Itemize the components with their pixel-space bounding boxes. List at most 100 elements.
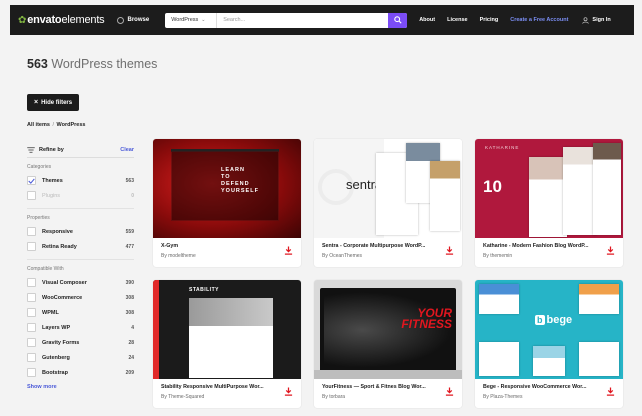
item-meta: YourFitness — Sport & Fitnes Blog Wor...… (322, 384, 440, 400)
checkbox[interactable] (27, 191, 36, 200)
filter-name: Layers WP (42, 324, 71, 331)
nav-sign-in[interactable]: Sign In (582, 16, 611, 24)
item-meta: Bege - Responsive WooCommerce Wor... By … (483, 384, 601, 400)
filter-option-woocommerce[interactable]: WooCommerce 308 (27, 290, 134, 305)
item-thumbnail[interactable]: YOUR FITNESS (314, 280, 462, 379)
filter-count: 209 (125, 369, 134, 376)
checkbox[interactable] (27, 338, 36, 347)
filter-count: 24 (128, 354, 134, 361)
thumb-page (593, 143, 621, 235)
search-button[interactable] (388, 12, 408, 28)
checkbox[interactable] (27, 293, 36, 302)
nav-create-account[interactable]: Create a Free Account (510, 17, 568, 23)
item-title[interactable]: Sentra - Corporate Multipurpose WordP... (322, 243, 440, 249)
item-thumbnail[interactable]: STABILITY (153, 280, 301, 379)
thumb-headline: LEARN TO DEFEND YOURSELF (221, 167, 259, 195)
checkbox[interactable] (27, 323, 36, 332)
filter-count: 559 (125, 228, 134, 235)
item-card[interactable]: LEARN TO DEFEND YOURSELF X-Gym By modelt… (153, 139, 301, 267)
item-title[interactable]: Katharine - Modern Fashion Blog WordP... (483, 243, 601, 249)
search-category-value: WordPress (171, 17, 199, 23)
filter-count: 28 (128, 339, 134, 346)
clear-filters-link[interactable]: Clear (120, 147, 134, 153)
item-author[interactable]: By Theme-Squared (161, 394, 279, 400)
download-icon[interactable] (445, 246, 454, 255)
filter-name: WPML (42, 309, 59, 316)
envato-elements-logo[interactable]: ✿ envato elements (18, 14, 105, 26)
nav-pricing[interactable]: Pricing (480, 17, 499, 23)
checkbox[interactable] (27, 242, 36, 251)
properties-title: Properties (27, 215, 50, 221)
filter-option-visual-composer[interactable]: Visual Composer 390 (27, 275, 134, 290)
download-icon[interactable] (606, 246, 615, 255)
filter-option-gravity-forms[interactable]: Gravity Forms 28 (27, 335, 134, 350)
filter-sidebar: Refine by Clear Categories Themes 563 Pl… (27, 142, 134, 395)
filter-option-wpml[interactable]: WPML 308 (27, 305, 134, 320)
main-nav: About License Pricing Create a Free Acco… (419, 16, 611, 24)
thumb-accent (153, 280, 159, 379)
thumb-brand-text: bege (546, 314, 573, 326)
thumb-line: YOURSELF (221, 188, 259, 194)
hide-filters-label: Hide filters (41, 99, 73, 106)
item-card[interactable]: KATHARINE 10 Katharine - Modern Fashion … (475, 139, 623, 267)
item-card[interactable]: b bege Bege - Responsive WooCommerce Wor.… (475, 280, 623, 408)
item-title[interactable]: YourFitness — Sport & Fitnes Blog Wor... (322, 384, 440, 390)
show-more-link[interactable]: Show more (27, 384, 134, 390)
download-icon[interactable] (284, 387, 293, 396)
nav-license[interactable]: License (447, 17, 467, 23)
browse-button[interactable]: Browse (116, 16, 149, 24)
breadcrumb-root[interactable]: All items (27, 122, 50, 128)
item-author[interactable]: By Plaza-Themes (483, 394, 601, 400)
filter-name: Themes (42, 177, 63, 184)
filter-option-themes[interactable]: Themes 563 (27, 173, 134, 188)
filter-name: Retina Ready (42, 243, 77, 250)
filter-name: Gravity Forms (42, 339, 80, 346)
filter-option-gutenberg[interactable]: Gutenberg 24 (27, 350, 134, 365)
item-title[interactable]: X-Gym (161, 243, 279, 249)
filter-option-plugins[interactable]: Plugins 0 (27, 188, 134, 203)
search-bar: WordPress ⌄ (165, 12, 408, 28)
filter-option-bootstrap[interactable]: Bootstrap 209 (27, 365, 134, 380)
thumb-page (563, 147, 597, 235)
checkbox[interactable] (27, 368, 36, 377)
item-thumbnail[interactable]: sentra. (314, 139, 462, 238)
breadcrumb-current: WordPress (56, 122, 86, 128)
checkbox-checked[interactable] (27, 176, 36, 185)
checkbox[interactable] (27, 308, 36, 317)
item-card[interactable]: YOUR FITNESS YourFitness — Sport & Fitne… (314, 280, 462, 408)
leaf-logo-icon: ✿ (18, 14, 27, 26)
filter-name: Plugins (42, 192, 61, 199)
filter-option-layers-wp[interactable]: Layers WP 4 (27, 320, 134, 335)
checkbox[interactable] (27, 353, 36, 362)
grid-icon (116, 16, 124, 24)
thumb-line: LEARN (221, 167, 245, 173)
checkbox[interactable] (27, 227, 36, 236)
filter-count: 390 (125, 279, 134, 286)
search-category-dropdown[interactable]: WordPress ⌄ (165, 12, 218, 28)
thumb-page (529, 157, 567, 237)
search-input[interactable] (217, 12, 389, 28)
thumb-line: TO (221, 174, 231, 180)
checkbox[interactable] (27, 278, 36, 287)
item-thumbnail[interactable]: b bege (475, 280, 623, 379)
hide-filters-button[interactable]: × Hide filters (27, 94, 80, 111)
item-title[interactable]: Bege - Responsive WooCommerce Wor... (483, 384, 601, 390)
categories-title: Categories (27, 164, 52, 170)
nav-about[interactable]: About (419, 17, 435, 23)
download-icon[interactable] (606, 387, 615, 396)
item-author[interactable]: By torbara (322, 394, 440, 400)
result-count: 563 (27, 57, 48, 71)
item-author[interactable]: By thememin (483, 253, 601, 259)
filter-option-retina-ready[interactable]: Retina Ready 477 (27, 239, 134, 254)
item-thumbnail[interactable]: LEARN TO DEFEND YOURSELF (153, 139, 301, 238)
thumb-brand: KATHARINE (485, 145, 520, 150)
item-card[interactable]: STABILITY Stability Responsive MultiPurp… (153, 280, 301, 408)
item-card[interactable]: sentra. Sentra - Corporate Multipurpose … (314, 139, 462, 267)
item-title[interactable]: Stability Responsive MultiPurpose Wor... (161, 384, 279, 390)
item-author[interactable]: By modeltheme (161, 253, 279, 259)
filter-option-responsive[interactable]: Responsive 559 (27, 224, 134, 239)
item-thumbnail[interactable]: KATHARINE 10 (475, 139, 623, 238)
download-icon[interactable] (284, 246, 293, 255)
item-author[interactable]: By OceanThemes (322, 253, 440, 259)
download-icon[interactable] (445, 387, 454, 396)
